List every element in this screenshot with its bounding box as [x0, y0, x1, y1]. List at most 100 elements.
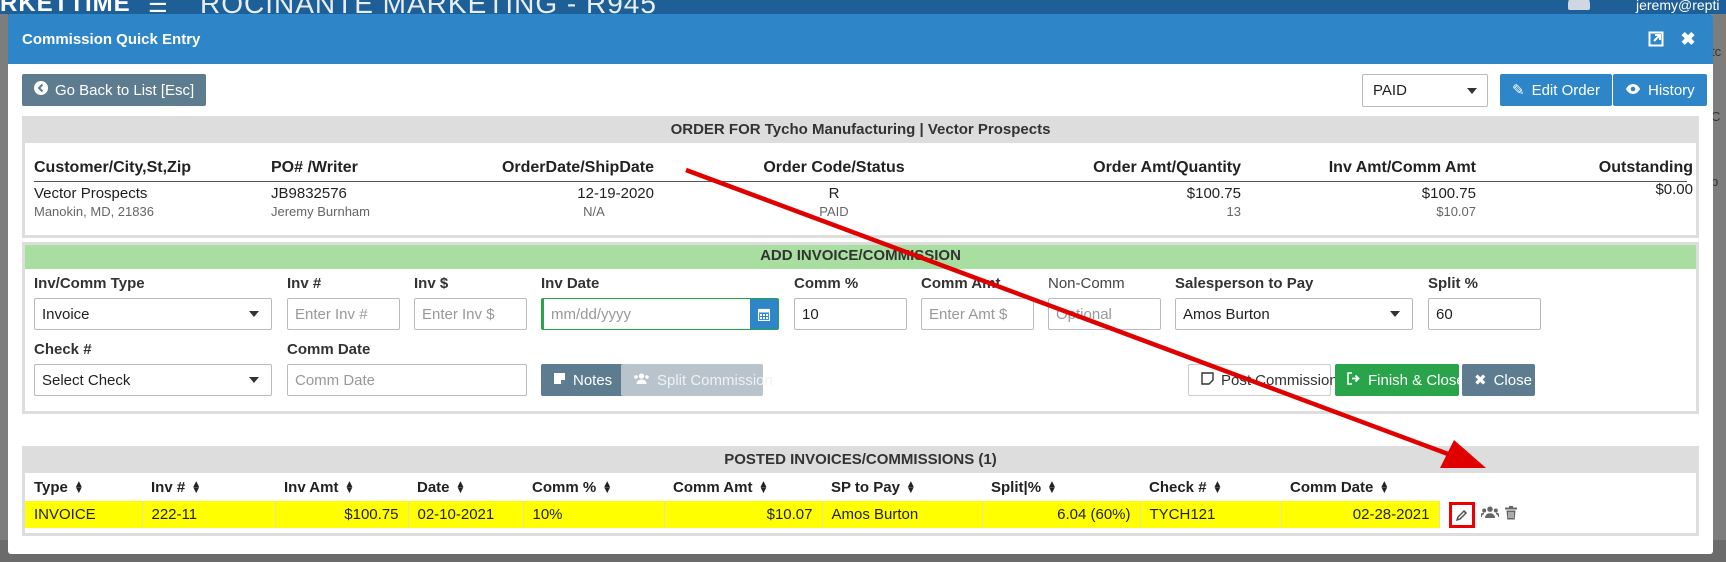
finish-close-button[interactable]: Finish & Close [1335, 364, 1465, 396]
sort-icon: ▲ ▼ [73, 478, 84, 496]
finish-close-label: Finish & Close [1368, 371, 1465, 389]
sticky-note-icon [553, 372, 566, 389]
modal-toolbar: Go Back to List [Esc] PAID ✎ Edit Order … [22, 74, 1707, 108]
check-value: Select Check [42, 371, 131, 389]
cell-actions [1439, 501, 1696, 528]
order-col-outstanding: Outstanding $0.00 [1534, 159, 1693, 198]
sort-icon: ▲ ▼ [905, 478, 916, 496]
user-email[interactable]: jeremy@repti [1636, 0, 1719, 13]
column-header-actions [1439, 473, 1696, 501]
order-col-code: Order Code/Status R PAID [744, 159, 924, 219]
pencil-icon[interactable] [1448, 501, 1475, 528]
chevron-down-icon [1467, 87, 1477, 94]
inv-comm-type-select[interactable]: Invoice [34, 298, 272, 330]
non-comm-input[interactable]: Optional [1048, 298, 1161, 330]
posted-heading: POSTED INVOICES/COMMISSIONS (1) [25, 449, 1696, 473]
table-row[interactable]: INVOICE 222-11 $100.75 02-10-2021 10% $1… [25, 501, 1696, 528]
comm-amt-input[interactable]: Enter Amt $ [921, 298, 1034, 330]
calendar-icon[interactable] [750, 299, 778, 329]
comm-date-input[interactable]: Comm Date [287, 364, 527, 396]
commission-quick-entry-modal: Commission Quick Entry ✖ Go Back to List… [8, 14, 1713, 554]
bell-icon[interactable] [1568, 0, 1590, 10]
close-icon[interactable]: ✖ [1677, 28, 1699, 50]
background-left-edge [0, 14, 8, 562]
column-header-date[interactable]: Date ▲ ▼ [408, 473, 523, 501]
salesperson-value: Amos Burton [1183, 305, 1270, 323]
cell-split: 6.04 (60%) [982, 501, 1141, 528]
add-invoice-panel: ADD INVOICE/COMMISSION Inv/Comm Type Inv… [22, 242, 1699, 414]
cell-comm-amt: $10.07 [664, 501, 823, 528]
cell-check: TYCH121 [1140, 501, 1282, 528]
notes-button[interactable]: Notes [541, 364, 625, 396]
column-header-sp[interactable]: SP to Pay ▲ ▼ [822, 473, 982, 501]
comm-amt-label: Comm Amt [921, 275, 1001, 292]
commission-amount: $10.07 [1436, 204, 1476, 219]
close-label: Close [1493, 371, 1532, 389]
split-pct-label: Split % [1428, 275, 1479, 292]
sort-icon: ▲ ▼ [1047, 478, 1057, 496]
close-button[interactable]: ✖ Close [1462, 364, 1535, 396]
split-commission-button[interactable]: Split Commission [621, 364, 773, 396]
check-select[interactable]: Select Check [34, 364, 272, 396]
expand-icon[interactable] [1645, 28, 1667, 50]
order-code: R [828, 185, 840, 202]
split-pct-input[interactable]: 60 [1428, 298, 1541, 330]
check-label: Check # [34, 341, 92, 358]
order-col-header: PO# /Writer [271, 159, 358, 176]
comm-pct-input[interactable]: 10 [794, 298, 907, 330]
sort-icon: ▲ ▼ [1212, 478, 1223, 496]
order-col-header: OrderDate/ShipDate [501, 159, 654, 176]
cell-inv-amt: $100.75 [275, 501, 409, 528]
sort-icon: ▲ ▼ [602, 478, 613, 496]
inv-number-input[interactable]: Enter Inv # [287, 298, 400, 330]
order-col-header: Customer/City,St,Zip [34, 159, 192, 176]
customer-location: Manokin, MD, 21836 [34, 204, 154, 219]
inv-amount-label: Inv $ [414, 275, 449, 292]
order-col-amount: Order Amt/Quantity $100.75 13 [994, 159, 1241, 219]
column-header-comm-date[interactable]: Comm Date ▲ ▼ [1281, 473, 1439, 501]
order-status: PAID [819, 204, 849, 219]
inv-date-label: Inv Date [541, 275, 600, 292]
column-header-type[interactable]: Type ▲ ▼ [25, 473, 142, 501]
sort-icon: ▲ ▼ [1379, 478, 1390, 496]
order-col-header: Order Code/Status [763, 159, 905, 176]
users-icon[interactable] [1479, 506, 1500, 523]
po-number: JB9832576 [271, 185, 347, 202]
sort-icon: ▲ ▼ [344, 478, 355, 496]
column-header-comm-pct[interactable]: Comm % ▲ ▼ [523, 473, 664, 501]
edit-order-button[interactable]: ✎ Edit Order [1500, 74, 1612, 106]
order-col-customer: Customer/City,St,Zip Vector Prospects Ma… [34, 159, 191, 219]
arrow-left-circle-icon [34, 81, 48, 99]
order-amount: $100.75 [1186, 185, 1241, 202]
post-commission-button[interactable]: Post Commission [1188, 364, 1338, 396]
history-button[interactable]: History [1613, 74, 1707, 106]
order-status-select[interactable]: PAID [1362, 74, 1488, 107]
add-invoice-heading: ADD INVOICE/COMMISSION [25, 245, 1696, 269]
order-date: 12-19-2020 [577, 185, 654, 202]
column-header-check[interactable]: Check # ▲ ▼ [1140, 473, 1281, 501]
inv-comm-type-value: Invoice [42, 305, 90, 323]
hamburger-menu-icon[interactable]: ☰ [148, 0, 168, 14]
inv-amount-input[interactable]: Enter Inv $ [414, 298, 527, 330]
go-back-button[interactable]: Go Back to List [Esc] [22, 74, 207, 106]
go-back-label: Go Back to List [Esc] [55, 81, 195, 99]
salesperson-label: Salesperson to Pay [1175, 275, 1314, 292]
chevron-down-icon [249, 377, 259, 383]
comm-pct-label: Comm % [794, 275, 859, 292]
salesperson-select[interactable]: Amos Burton [1175, 298, 1413, 330]
order-heading: ORDER FOR Tycho Manufacturing | Vector P… [25, 119, 1696, 143]
order-col-po: PO# /Writer JB9832576 Jeremy Burnham [271, 159, 370, 219]
chevron-down-icon [1390, 311, 1400, 317]
cell-date: 02-10-2021 [408, 501, 524, 528]
column-header-split[interactable]: Split|% ▲ ▼ [982, 473, 1140, 501]
trash-icon[interactable] [1504, 505, 1517, 524]
inv-date-input[interactable]: mm/dd/yyyy [541, 298, 779, 330]
sort-icon: ▲ ▼ [455, 478, 466, 496]
column-header-inv[interactable]: Inv # ▲ ▼ [142, 473, 275, 501]
column-header-comm-amt[interactable]: Comm Amt ▲ ▼ [664, 473, 822, 501]
column-header-inv-amt[interactable]: Inv Amt ▲ ▼ [275, 473, 408, 501]
cell-comm-date: 02-28-2021 [1281, 501, 1440, 528]
modal-header: Commission Quick Entry ✖ [8, 14, 1713, 64]
sign-out-icon [1347, 371, 1361, 389]
order-col-header: Outstanding [1598, 159, 1693, 176]
